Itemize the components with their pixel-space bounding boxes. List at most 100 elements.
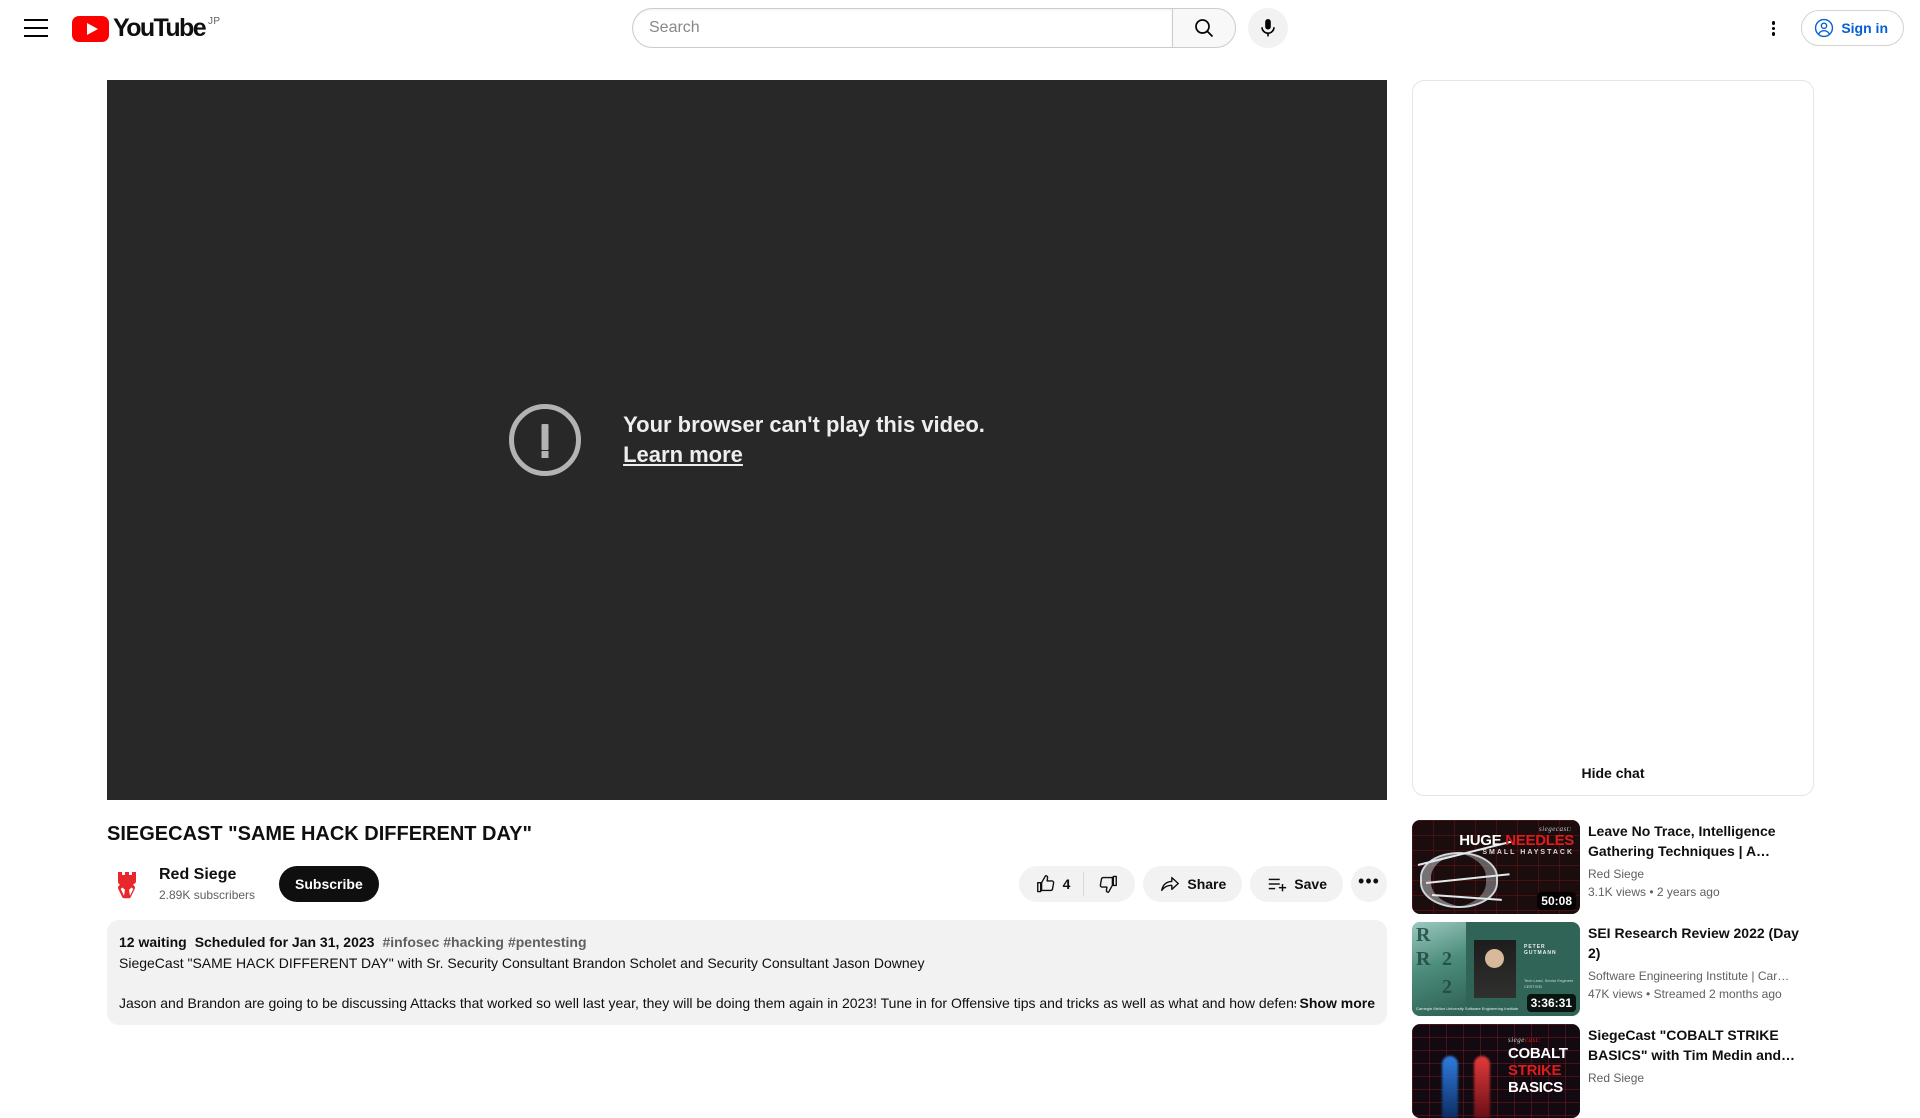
account-circle-icon <box>1815 18 1834 38</box>
search-icon <box>1195 19 1214 38</box>
show-more-button[interactable]: Show more <box>1295 993 1375 1013</box>
recommended-video-title[interactable]: SiegeCast "COBALT STRIKE BASICS" with Ti… <box>1588 1025 1814 1065</box>
owner-meta: Red Siege 2.89K subscribers <box>159 864 255 904</box>
thumbnail-text-2: HUGE NEEDLES <box>1459 832 1574 849</box>
share-label: Share <box>1187 876 1227 892</box>
country-code-label: JP <box>208 15 221 27</box>
list-item[interactable]: siegecast: COBALT STRIKE BASICS SiegeCas… <box>1412 1024 1814 1118</box>
thumbnail-beam-art <box>1474 1056 1490 1118</box>
description-body: Jason and Brandon are going to be discus… <box>119 995 1309 1011</box>
waiting-count: 12 waiting <box>119 934 187 950</box>
thumbnail-portrait-art <box>1474 940 1516 998</box>
scheduled-date: Scheduled for Jan 31, 2023 <box>194 934 375 950</box>
video-player[interactable]: Your browser can't play this video. Lear… <box>107 80 1387 800</box>
subscriber-count: 2.89K subscribers <box>159 888 256 902</box>
list-item[interactable]: siegecast: HUGE NEEDLES SMALL HAYSTACK 5… <box>1412 820 1814 914</box>
video-duration: 3:36:31 <box>1526 994 1576 1012</box>
stats-separator: • <box>1646 987 1654 1001</box>
list-item-meta: SEI Research Review 2022 (Day 2) Softwar… <box>1588 922 1814 1016</box>
channel-name[interactable]: Red Siege <box>159 864 255 886</box>
thumbnail-text-2: COBALT STRIKE BASICS <box>1508 1045 1568 1096</box>
recommended-videos-list: siegecast: HUGE NEEDLES SMALL HAYSTACK 5… <box>1412 820 1814 1118</box>
guide-menu-button[interactable] <box>16 8 56 48</box>
more-actions-button[interactable]: ••• <box>1351 866 1387 902</box>
player-error-message: Your browser can't play this video. Lear… <box>509 404 985 476</box>
save-button[interactable]: Save <box>1250 866 1343 902</box>
player-error-text-group: Your browser can't play this video. Lear… <box>623 410 985 470</box>
sign-in-button[interactable]: Sign in <box>1801 10 1904 46</box>
thumbnail-text-1: siegecast: <box>1508 1036 1541 1044</box>
list-item-meta: SiegeCast "COBALT STRIKE BASICS" with Ti… <box>1588 1024 1814 1118</box>
thumbnail-left-art: R R 2 2 <box>1412 922 1466 1016</box>
masthead-right: Sign in <box>1753 0 1904 56</box>
upload-age: Streamed 2 months ago <box>1653 987 1782 1001</box>
share-button[interactable]: Share <box>1143 866 1243 902</box>
microphone-icon <box>1261 19 1275 37</box>
youtube-logo[interactable]: YouTube JP <box>72 13 221 42</box>
like-dislike-group: 4 <box>1018 866 1136 902</box>
thumbnail-beam-art <box>1442 1056 1458 1118</box>
video-thumbnail[interactable]: siegecast: HUGE NEEDLES SMALL HAYSTACK 5… <box>1412 820 1580 914</box>
owner-row: Red Siege 2.89K subscribers Subscribe 4 <box>107 860 1387 908</box>
error-exclamation-icon <box>509 404 582 476</box>
view-count: 47K views <box>1588 987 1643 1001</box>
dislike-button[interactable] <box>1084 866 1135 902</box>
description-meta: 12 waiting Scheduled for Jan 31, 2023 #i… <box>119 932 1375 952</box>
thumbnail-speaker-name: PETER GUTMANN <box>1524 944 1557 956</box>
masthead: YouTube JP Search Sign in <box>0 0 1920 56</box>
thumbnail-footer-text: Carnegie Mellon University Software Engi… <box>1416 1006 1519 1011</box>
sign-in-label: Sign in <box>1841 20 1888 36</box>
live-chat-panel: Hide chat <box>1412 80 1814 796</box>
video-thumbnail[interactable]: R R 2 2 PETER GUTMANN Tech Lead, Senior … <box>1412 922 1580 1016</box>
like-button[interactable]: 4 <box>1019 866 1084 902</box>
recommended-video-channel[interactable]: Software Engineering Institute | Car… <box>1588 967 1814 985</box>
hamburger-icon <box>24 19 48 37</box>
recommended-video-title[interactable]: SEI Research Review 2022 (Day 2) <box>1588 923 1814 963</box>
recommended-video-channel[interactable]: Red Siege <box>1588 1069 1814 1087</box>
save-to-playlist-icon <box>1269 878 1287 892</box>
list-item-meta: Leave No Trace, Intelligence Gathering T… <box>1588 820 1814 914</box>
hide-chat-button[interactable]: Hide chat <box>1413 765 1813 781</box>
channel-avatar[interactable] <box>107 864 147 904</box>
video-title: SIEGECAST "SAME HACK DIFFERENT DAY" <box>107 823 532 845</box>
thumbnail-text-3: SMALL HAYSTACK <box>1482 849 1574 856</box>
subscribe-button[interactable]: Subscribe <box>279 866 379 902</box>
page-body: Your browser can't play this video. Lear… <box>0 56 1920 1118</box>
hashtag-1[interactable]: #hacking <box>443 934 504 950</box>
primary-column: Your browser can't play this video. Lear… <box>107 80 1387 1025</box>
video-description[interactable]: 12 waiting Scheduled for Jan 31, 2023 #i… <box>107 920 1387 1025</box>
video-thumbnail[interactable]: siegecast: COBALT STRIKE BASICS <box>1412 1024 1580 1118</box>
search-area <box>632 8 1288 48</box>
masthead-left: YouTube JP <box>0 8 221 48</box>
youtube-play-icon <box>72 15 109 42</box>
upload-age: 2 years ago <box>1656 885 1720 899</box>
learn-more-link[interactable]: Learn more <box>623 440 743 470</box>
player-error-title: Your browser can't play this video. <box>623 412 985 437</box>
recommended-video-channel[interactable]: Red Siege <box>1588 865 1814 883</box>
thumbs-down-icon <box>1100 875 1118 893</box>
thumbnail-speaker-role: Tech Lead, Senior Engineer CERT/SEI <box>1524 978 1574 989</box>
youtube-logo-text: YouTube <box>113 13 207 42</box>
recommended-video-title[interactable]: Leave No Trace, Intelligence Gathering T… <box>1588 821 1814 861</box>
owner-info: Red Siege 2.89K subscribers Subscribe <box>107 864 379 904</box>
list-item[interactable]: R R 2 2 PETER GUTMANN Tech Lead, Senior … <box>1412 922 1814 1016</box>
settings-menu-button[interactable] <box>1753 8 1793 48</box>
search-form <box>632 8 1236 48</box>
share-arrow-icon <box>1161 876 1180 892</box>
thumbs-up-icon <box>1036 875 1054 893</box>
search-button[interactable] <box>1172 8 1236 48</box>
description-subtitle: SiegeCast "SAME HACK DIFFERENT DAY" with… <box>119 955 925 971</box>
kebab-menu-icon <box>1761 16 1785 40</box>
video-actions: 4 Share Save ••• <box>1018 866 1387 902</box>
red-siege-castle-icon <box>117 872 136 899</box>
video-duration: 50:08 <box>1537 892 1576 910</box>
hashtag-2[interactable]: #pentesting <box>508 934 587 950</box>
search-box[interactable] <box>632 8 1172 48</box>
search-input[interactable] <box>649 19 1172 37</box>
voice-search-button[interactable] <box>1248 8 1288 48</box>
recommended-video-stats: 47K views • Streamed 2 months ago <box>1588 985 1814 1003</box>
hashtag-list[interactable]: #infosec #hacking #pentesting <box>382 932 590 952</box>
save-label: Save <box>1294 876 1327 892</box>
hashtag-0[interactable]: #infosec <box>382 934 439 950</box>
recommended-video-stats: 3.1K views • 2 years ago <box>1588 883 1814 901</box>
